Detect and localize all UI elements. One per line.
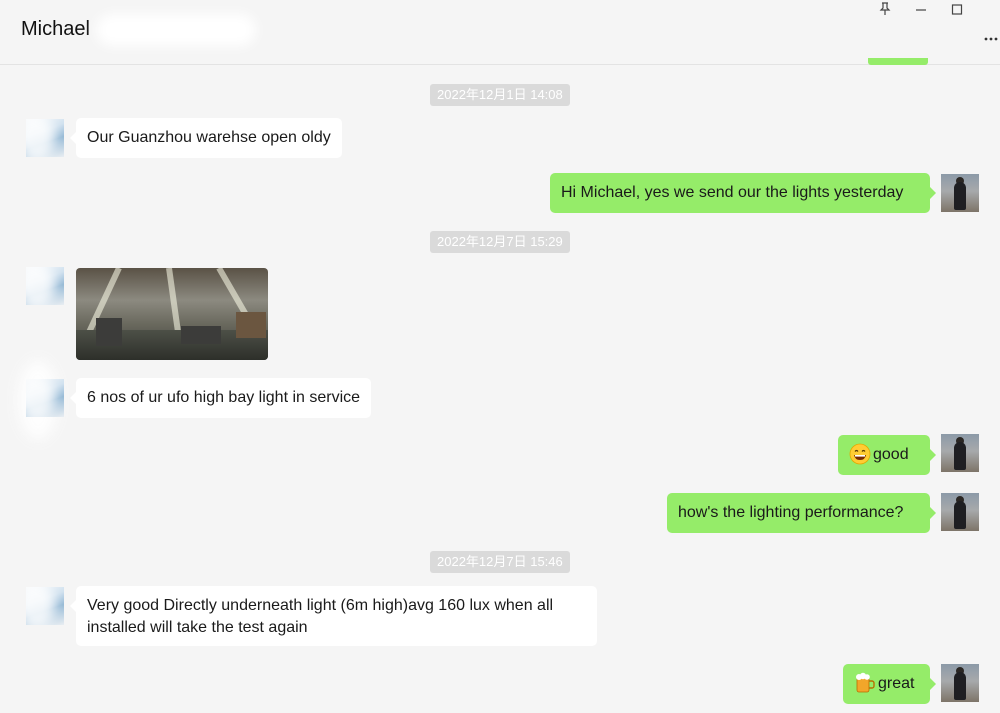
- beer-mug-icon: [854, 672, 876, 694]
- outgoing-message[interactable]: how's the lighting performance?: [667, 493, 936, 533]
- chat-header: Michael: [0, 0, 1000, 65]
- previous-outgoing-bubble: [868, 58, 928, 65]
- my-avatar[interactable]: [941, 174, 979, 212]
- my-avatar[interactable]: [941, 664, 979, 702]
- incoming-message[interactable]: 6 nos of ur ufo high bay light in servic…: [69, 378, 372, 418]
- my-avatar[interactable]: [941, 493, 979, 531]
- more-icon[interactable]: [984, 26, 998, 47]
- warehouse-photo[interactable]: [76, 268, 268, 360]
- contact-avatar[interactable]: [26, 267, 64, 305]
- outgoing-message[interactable]: good: [838, 435, 936, 475]
- message-text: great: [878, 675, 915, 693]
- timestamp: 2022年12月7日 15:46: [430, 551, 570, 573]
- grinning-face-icon: [849, 443, 871, 465]
- incoming-message[interactable]: Very good Directly underneath light (6m …: [70, 586, 597, 646]
- minimize-icon[interactable]: [911, 2, 931, 19]
- timestamp: 2022年12月7日 15:29: [430, 231, 570, 253]
- chat-title: Michael: [21, 18, 90, 40]
- incoming-message[interactable]: Our Guanzhou warehse open oldy: [70, 118, 342, 158]
- message-text: good: [873, 446, 909, 464]
- outgoing-message[interactable]: Hi Michael, yes we send our the lights y…: [550, 173, 936, 213]
- message-text: Our Guanzhou warehse open oldy: [87, 129, 331, 146]
- pin-icon[interactable]: [875, 2, 895, 19]
- message-text: Hi Michael, yes we send our the lights y…: [561, 184, 904, 201]
- message-text: how's the lighting performance?: [678, 504, 904, 521]
- message-text: Very good Directly underneath light (6m …: [87, 597, 554, 636]
- outgoing-message[interactable]: great: [843, 664, 936, 704]
- redacted-name: [96, 14, 256, 46]
- contact-avatar[interactable]: [26, 379, 64, 417]
- maximize-icon[interactable]: [947, 2, 967, 19]
- contact-avatar[interactable]: [26, 587, 64, 625]
- my-avatar[interactable]: [941, 434, 979, 472]
- message-text: 6 nos of ur ufo high bay light in servic…: [87, 389, 361, 406]
- timestamp: 2022年12月1日 14:08: [430, 84, 570, 106]
- contact-avatar[interactable]: [26, 119, 64, 157]
